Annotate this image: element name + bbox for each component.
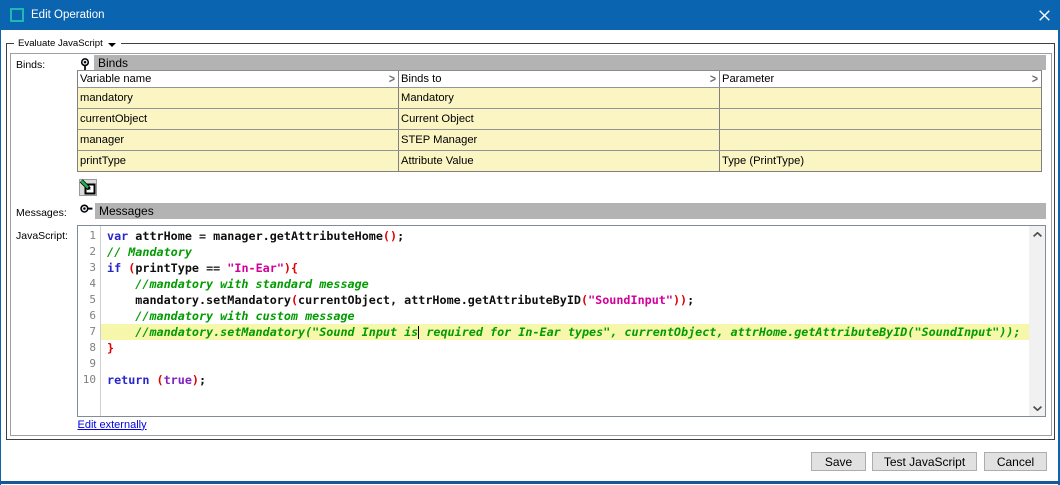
messages-section-header: Messages — [95, 203, 1046, 219]
binds-label: Binds: — [16, 59, 45, 72]
binds-row[interactable]: managerSTEP Manager — [78, 129, 1041, 150]
line-number: 8 — [78, 340, 100, 356]
javascript-editor[interactable]: 12345678910 var attrHome = manager.getAt… — [77, 225, 1046, 417]
line-number: 6 — [78, 308, 100, 324]
messages-section-title: Messages — [99, 204, 154, 218]
pin-icon — [80, 58, 90, 71]
binds-cell[interactable]: Mandatory — [398, 88, 719, 108]
line-number: 3 — [78, 260, 100, 276]
line-number: 1 — [78, 228, 100, 244]
column-header-parameter[interactable]: Parameter > — [719, 71, 1041, 87]
binds-section-title: Binds — [98, 56, 128, 70]
caret-down-icon — [108, 43, 116, 47]
save-button[interactable]: Save — [811, 452, 866, 471]
binds-cell[interactable]: Current Object — [398, 109, 719, 129]
binds-cell[interactable] — [719, 130, 1041, 150]
code-line: //mandatory with custom message — [101, 308, 1029, 324]
binds-row[interactable]: currentObjectCurrent Object — [78, 108, 1041, 129]
binds-section-header: Binds — [94, 55, 1046, 70]
line-number: 9 — [78, 356, 100, 372]
line-number: 2 — [78, 244, 100, 260]
chevron-right-icon: > — [389, 72, 396, 87]
binds-cell[interactable]: currentObject — [78, 109, 398, 129]
code-line: return (true); — [101, 372, 1029, 388]
binds-row[interactable]: printTypeAttribute ValueType (PrintType) — [78, 150, 1041, 171]
binds-cell[interactable] — [719, 109, 1041, 129]
code-line: var attrHome = manager.getAttributeHome(… — [101, 228, 1029, 244]
binds-cell[interactable]: manager — [78, 130, 398, 150]
javascript-label: JavaScript: — [16, 230, 68, 243]
code-line: mandatory.setMandatory(currentObject, at… — [101, 292, 1029, 308]
binds-row[interactable]: mandatoryMandatory — [78, 87, 1041, 108]
line-number: 4 — [78, 276, 100, 292]
edit-pencil-icon — [79, 179, 97, 196]
titlebar[interactable]: Edit Operation — [0, 0, 1060, 30]
binds-cell[interactable]: printType — [78, 151, 398, 171]
editor-line-numbers: 12345678910 — [78, 226, 101, 416]
column-header-label: Binds to — [401, 73, 441, 85]
code-line: if (printType == "In-Ear"){ — [101, 260, 1029, 276]
binds-cell[interactable] — [719, 88, 1041, 108]
window-border-bottom — [0, 481, 1060, 484]
cancel-button[interactable]: Cancel — [984, 452, 1047, 471]
edit-externally-link[interactable]: Edit externally — [78, 419, 147, 431]
window-title: Edit Operation — [31, 0, 105, 30]
window-border-left — [0, 30, 1, 485]
chevron-down-icon[interactable] — [1029, 400, 1045, 416]
code-line: // Mandatory — [101, 244, 1029, 260]
messages-label: Messages: — [16, 207, 67, 220]
editor-code-area[interactable]: var attrHome = manager.getAttributeHome(… — [101, 226, 1029, 416]
binds-cell[interactable]: Attribute Value — [398, 151, 719, 171]
multi-edit-button[interactable] — [79, 179, 97, 195]
chevron-right-icon: > — [1032, 72, 1039, 87]
chevron-up-icon[interactable] — [1029, 226, 1045, 242]
close-icon[interactable] — [1036, 8, 1052, 22]
code-line: //mandatory.setMandatory("Sound Input is… — [101, 324, 1029, 340]
binds-cell[interactable]: STEP Manager — [398, 130, 719, 150]
test-javascript-button[interactable]: Test JavaScript — [872, 452, 977, 471]
column-header-variable-name[interactable]: Variable name > — [78, 71, 398, 87]
app-square-icon — [10, 8, 24, 22]
line-number: 5 — [78, 292, 100, 308]
binds-cell[interactable]: mandatory — [78, 88, 398, 108]
operation-type-label: Evaluate JavaScript — [18, 38, 103, 50]
column-header-label: Parameter — [722, 73, 774, 85]
binds-table-header-row: Variable name > Binds to > Parameter > — [78, 71, 1041, 87]
code-line: } — [101, 340, 1029, 356]
line-number: 7 — [78, 324, 100, 340]
column-header-label: Variable name — [80, 73, 151, 85]
operation-type-dropdown[interactable]: Evaluate JavaScript — [14, 38, 121, 50]
editor-vertical-scrollbar[interactable] — [1029, 226, 1045, 416]
line-number: 10 — [78, 372, 100, 388]
binds-table: Variable name > Binds to > Parameter > mandat… — [77, 70, 1042, 172]
code-line — [101, 356, 1029, 372]
edit-operation-dialog: Edit Operation Evaluate JavaScript Binds… — [0, 0, 1060, 485]
column-header-binds-to[interactable]: Binds to > — [398, 71, 719, 87]
key-icon — [80, 204, 93, 214]
binds-cell[interactable]: Type (PrintType) — [719, 151, 1041, 171]
chevron-right-icon: > — [710, 72, 717, 87]
code-line: //mandatory with standard message — [101, 276, 1029, 292]
